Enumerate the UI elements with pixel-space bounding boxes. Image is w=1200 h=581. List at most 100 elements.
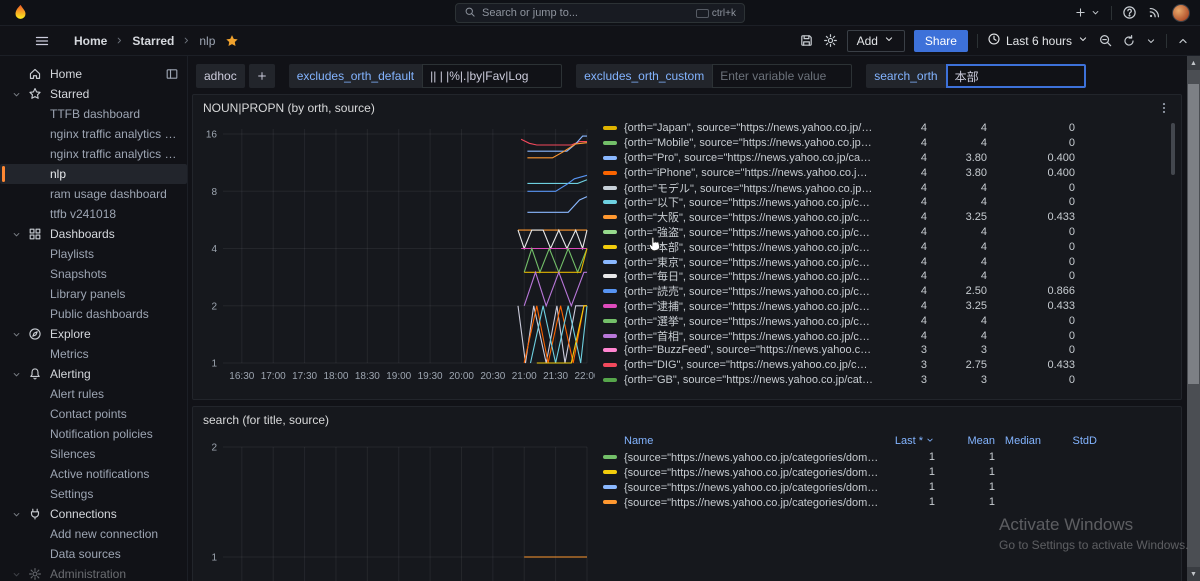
- sidebar-item-snapshots[interactable]: Snapshots: [0, 264, 187, 284]
- chevron-down-icon[interactable]: [8, 569, 24, 580]
- legend-row[interactable]: {orth="Pro", source="https://news.yahoo.…: [603, 151, 1175, 166]
- legend-row[interactable]: {orth="東京", source="https://news.yahoo.c…: [603, 254, 1175, 269]
- breadcrumb-item-home[interactable]: Home: [74, 34, 107, 48]
- sidebar-item-connections[interactable]: Connections: [0, 504, 187, 524]
- legend-row[interactable]: {orth="毎日", source="https://news.yahoo.c…: [603, 269, 1175, 284]
- sidebar-item-contact-points[interactable]: Contact points: [0, 404, 187, 424]
- share-button[interactable]: Share: [914, 30, 968, 52]
- sidebar-item-ram-usage-dashboard[interactable]: ram usage dashboard: [0, 184, 187, 204]
- refresh-interval-caret-icon[interactable]: [1145, 35, 1157, 47]
- legend-column-header[interactable]: Mean: [935, 435, 995, 447]
- legend-row[interactable]: {source="https://news.yahoo.co.jp/catego…: [603, 464, 1175, 479]
- legend-row[interactable]: {orth="逮捕", source="https://news.yahoo.c…: [603, 299, 1175, 314]
- panel-title[interactable]: search (for title, source): [203, 413, 329, 427]
- legend-row[interactable]: {orth="Mobile", source="https://news.yah…: [603, 136, 1175, 151]
- new-button[interactable]: [1074, 6, 1101, 19]
- legend-row[interactable]: {orth="本部", source="https://news.yahoo.c…: [603, 239, 1175, 254]
- scroll-up-arrow-icon[interactable]: ▲: [1187, 56, 1200, 70]
- page-scrollbar[interactable]: ▲ ▼: [1187, 56, 1200, 581]
- panel-menu-icon[interactable]: [1157, 101, 1171, 115]
- dock-icon[interactable]: [165, 67, 179, 81]
- add-button[interactable]: Add: [847, 30, 905, 52]
- legend-row[interactable]: {orth="Japan", source="https://news.yaho…: [603, 121, 1175, 136]
- legend-row[interactable]: {orth="読売", source="https://news.yahoo.c…: [603, 284, 1175, 299]
- legend-row[interactable]: {orth="GB", source="https://news.yahoo.c…: [603, 373, 1175, 388]
- time-range-picker[interactable]: Last 6 hours: [987, 32, 1089, 49]
- sidebar-item-alert-rules[interactable]: Alert rules: [0, 384, 187, 404]
- scroll-down-arrow-icon[interactable]: ▼: [1187, 567, 1200, 581]
- legend-row[interactable]: {source="https://news.yahoo.co.jp/catego…: [603, 449, 1175, 464]
- sidebar-item-home[interactable]: Home: [0, 64, 187, 84]
- menu-toggle-icon[interactable]: [34, 33, 50, 49]
- sidebar-item-ttfb-v241018[interactable]: ttfb v241018: [0, 204, 187, 224]
- variable-input-excludes_orth_custom[interactable]: [712, 64, 852, 88]
- series-stat-value: 1: [935, 451, 995, 463]
- sidebar-item-ttfb-dashboard[interactable]: TTFB dashboard: [0, 104, 187, 124]
- variable-input-excludes_orth_default[interactable]: [422, 64, 562, 88]
- avatar[interactable]: [1172, 4, 1190, 22]
- legend-row[interactable]: {orth="選挙", source="https://news.yahoo.c…: [603, 313, 1175, 328]
- sidebar-item-active-notifications[interactable]: Active notifications: [0, 464, 187, 484]
- sidebar-item-metrics[interactable]: Metrics: [0, 344, 187, 364]
- sidebar-item-settings[interactable]: Settings: [0, 484, 187, 504]
- sidebar-item-label: nlp: [50, 167, 66, 181]
- sidebar-item-library-panels[interactable]: Library panels: [0, 284, 187, 304]
- legend-row[interactable]: {orth="強盗", source="https://news.yahoo.c…: [603, 225, 1175, 240]
- sidebar-item-dashboards[interactable]: Dashboards: [0, 224, 187, 244]
- sidebar-item-public-dashboards[interactable]: Public dashboards: [0, 304, 187, 324]
- legend-row[interactable]: {orth="大阪", source="https://news.yahoo.c…: [603, 210, 1175, 225]
- breadcrumb-item-nlp[interactable]: nlp: [199, 34, 215, 48]
- sidebar-item-notification-policies[interactable]: Notification policies: [0, 424, 187, 444]
- legend-row[interactable]: {orth="DIG", source="https://news.yahoo.…: [603, 358, 1175, 373]
- panel-title[interactable]: NOUN|PROPN (by orth, source): [203, 101, 375, 115]
- add-filter-button[interactable]: [249, 64, 275, 88]
- scrollbar-thumb[interactable]: [1188, 84, 1199, 384]
- legend-column-header[interactable]: Median: [995, 435, 1041, 447]
- sidebar-item-data-sources[interactable]: Data sources: [0, 544, 187, 564]
- sidebar-item-playlists[interactable]: Playlists: [0, 244, 187, 264]
- chevron-down-icon[interactable]: [8, 329, 24, 340]
- sidebar-item-nginx-traffic-analytics-v241015[interactable]: nginx traffic analytics v241015: [0, 144, 187, 164]
- series-stat-value: 4: [927, 137, 987, 149]
- legend-column-header[interactable]: Last *: [881, 435, 935, 448]
- legend-scrollbar[interactable]: [1171, 123, 1175, 175]
- chevron-down-icon[interactable]: [8, 89, 24, 100]
- legend-column-header[interactable]: Name: [603, 435, 881, 447]
- chevron-up-icon[interactable]: [1176, 34, 1190, 48]
- refresh-icon[interactable]: [1122, 34, 1136, 48]
- sidebar-item-nginx-traffic-analytics-tmp-c-[interactable]: nginx traffic analytics tmp C...: [0, 124, 187, 144]
- legend-row[interactable]: {orth="以下", source="https://news.yahoo.c…: [603, 195, 1175, 210]
- chevron-down-icon[interactable]: [8, 369, 24, 380]
- keyboard-icon: [696, 9, 709, 18]
- favorite-star-icon[interactable]: [225, 34, 239, 48]
- news-icon[interactable]: [1147, 5, 1162, 20]
- sidebar-item-add-new-connection[interactable]: Add new connection: [0, 524, 187, 544]
- zoom-out-icon[interactable]: [1098, 33, 1113, 48]
- save-icon[interactable]: [799, 33, 814, 48]
- legend-row[interactable]: {orth="BuzzFeed", source="https://news.y…: [603, 343, 1175, 358]
- legend-row[interactable]: {orth="首相", source="https://news.yahoo.c…: [603, 328, 1175, 343]
- legend-row[interactable]: {source="https://news.yahoo.co.jp/catego…: [603, 494, 1175, 509]
- sidebar-item-silences[interactable]: Silences: [0, 444, 187, 464]
- breadcrumb-item-starred[interactable]: Starred: [132, 34, 174, 48]
- sidebar-item-nlp[interactable]: nlp: [0, 164, 187, 184]
- legend-row[interactable]: {orth="iPhone", source="https://news.yah…: [603, 165, 1175, 180]
- variable-input-search_orth[interactable]: [946, 64, 1086, 88]
- sidebar-item-explore[interactable]: Explore: [0, 324, 187, 344]
- gear-icon[interactable]: [823, 33, 838, 48]
- chevron-down-icon[interactable]: [8, 229, 24, 240]
- help-icon[interactable]: [1122, 5, 1137, 20]
- time-series-chart[interactable]: 21: [197, 433, 595, 581]
- series-stat-value: 3.80: [927, 167, 987, 179]
- sidebar-item-alerting[interactable]: Alerting: [0, 364, 187, 384]
- legend-row[interactable]: {orth="モデル", source="https://news.yahoo.…: [603, 180, 1175, 195]
- time-series-chart[interactable]: 16842116:3017:0017:3018:0018:3019:0019:3…: [197, 121, 595, 395]
- sidebar-item-starred[interactable]: Starred: [0, 84, 187, 104]
- search-input[interactable]: Search or jump to... ctrl+k: [455, 3, 745, 23]
- legend-row[interactable]: {source="https://news.yahoo.co.jp/catego…: [603, 479, 1175, 494]
- chevron-down-icon[interactable]: [8, 509, 24, 520]
- sidebar-item-administration[interactable]: Administration: [0, 564, 187, 581]
- grafana-logo-icon[interactable]: [12, 4, 29, 21]
- series-stat-value: 4: [927, 122, 987, 134]
- legend-column-header[interactable]: StdD: [1041, 435, 1097, 447]
